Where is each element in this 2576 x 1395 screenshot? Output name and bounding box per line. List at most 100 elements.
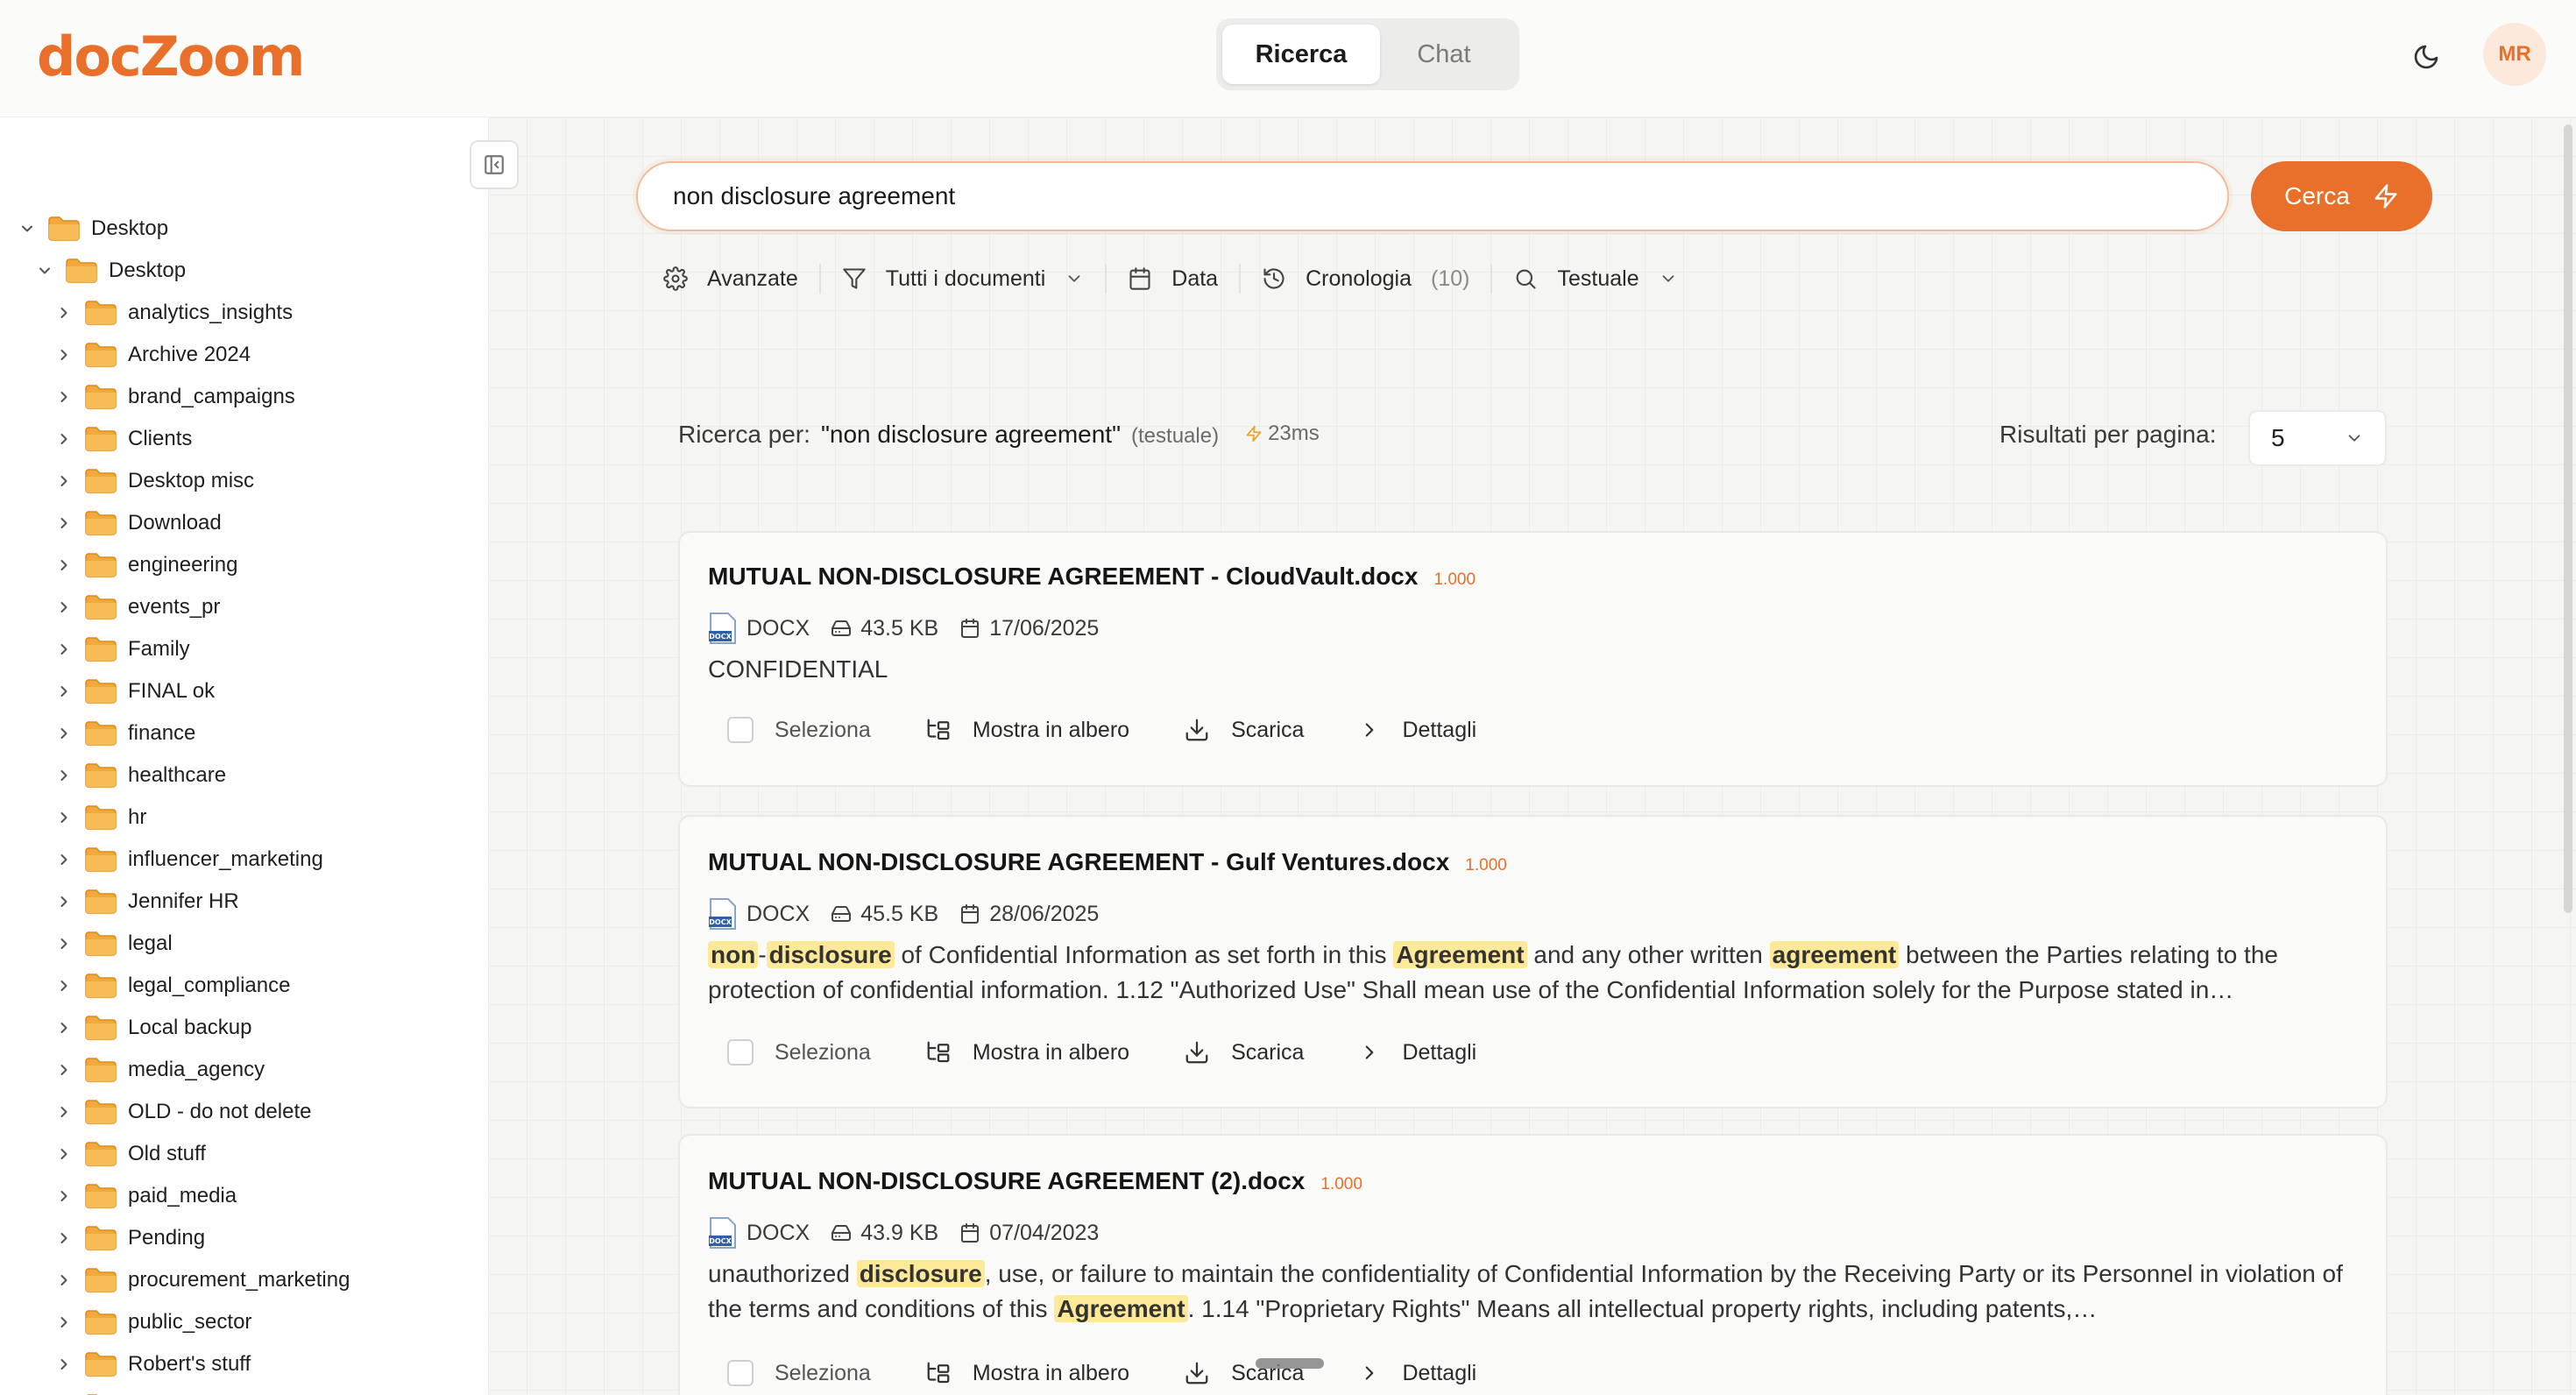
checkbox[interactable]	[727, 1360, 754, 1386]
result-filename[interactable]: MUTUAL NON-DISCLOSURE AGREEMENT - CloudV…	[708, 563, 1418, 591]
chevron-down-icon[interactable]	[16, 217, 39, 240]
folder-item[interactable]: engineering	[53, 546, 237, 584]
result-title[interactable]: MUTUAL NON-DISCLOSURE AGREEMENT (2).docx…	[708, 1167, 1362, 1195]
chevron-right-icon[interactable]	[53, 722, 75, 745]
folder-item[interactable]: Family	[53, 630, 190, 669]
result-title[interactable]: MUTUAL NON-DISCLOSURE AGREEMENT - CloudV…	[708, 563, 1476, 591]
folder-item[interactable]: public_sector	[53, 1303, 251, 1342]
app-logo[interactable]: docZoom	[37, 25, 305, 89]
folder-item[interactable]: influencer_marketing	[53, 840, 323, 879]
chevron-right-icon[interactable]	[53, 974, 75, 997]
drag-handle[interactable]	[1256, 1358, 1324, 1369]
result-card: MUTUAL NON-DISCLOSURE AGREEMENT - Gulf V…	[678, 815, 2388, 1108]
user-avatar[interactable]: MR	[2483, 23, 2546, 86]
tab-ricerca[interactable]: Ricerca	[1222, 25, 1380, 84]
folder-item[interactable]: Robert's stuff	[53, 1345, 251, 1384]
select-checkbox[interactable]: Seleziona	[708, 1039, 871, 1066]
documents-filter-dropdown[interactable]: Tutti i documenti	[821, 249, 1105, 308]
moon-icon	[2414, 45, 2438, 69]
theme-toggle-button[interactable]	[2403, 33, 2450, 81]
folder-item[interactable]: legal	[53, 924, 173, 963]
folder-item[interactable]: legal_compliance	[53, 967, 290, 1005]
chevron-right-icon[interactable]	[53, 301, 75, 324]
tree-node-desktop[interactable]: Desktop	[33, 251, 186, 290]
folder-item[interactable]: Old stuff	[53, 1135, 206, 1173]
folder-item[interactable]: healthcare	[53, 756, 226, 795]
chevron-right-icon[interactable]	[53, 470, 75, 492]
folder-item[interactable]: Local backup	[53, 1009, 251, 1047]
show-in-tree-button[interactable]: Mostra in albero	[925, 1360, 1129, 1386]
chevron-right-icon[interactable]	[53, 932, 75, 955]
chevron-right-icon[interactable]	[53, 1143, 75, 1165]
chevron-right-icon[interactable]	[53, 848, 75, 871]
folder-item[interactable]: brand_campaigns	[53, 378, 295, 416]
folder-item[interactable]: Jennifer HR	[53, 882, 239, 921]
folder-item[interactable]: hr	[53, 798, 146, 837]
tab-chat[interactable]: Chat	[1380, 25, 1508, 84]
chevron-down-icon[interactable]	[33, 259, 56, 282]
details-button[interactable]: Dettagli	[1358, 1040, 1476, 1066]
search-input[interactable]	[636, 161, 2229, 231]
chevron-right-icon[interactable]	[53, 596, 75, 619]
folder-item[interactable]: OLD - do not delete	[53, 1093, 311, 1131]
folder-item[interactable]: Scan	[53, 1387, 176, 1395]
chevron-right-icon[interactable]	[53, 1227, 75, 1250]
folder-item[interactable]: media_agency	[53, 1051, 265, 1089]
chevron-right-icon[interactable]	[53, 1185, 75, 1207]
show-in-tree-label: Mostra in albero	[972, 1039, 1130, 1065]
folder-icon	[85, 1058, 117, 1082]
download-button[interactable]: Scarica	[1184, 717, 1304, 743]
select-checkbox[interactable]: Seleziona	[708, 1360, 871, 1386]
result-filename[interactable]: MUTUAL NON-DISCLOSURE AGREEMENT - Gulf V…	[708, 848, 1449, 876]
folder-item[interactable]: finance	[53, 714, 195, 753]
chevron-right-icon[interactable]	[53, 1101, 75, 1123]
chevron-right-icon[interactable]	[53, 1353, 75, 1376]
chevron-right-icon[interactable]	[53, 1311, 75, 1334]
folder-item[interactable]: Download	[53, 504, 222, 542]
folder-icon	[85, 427, 117, 451]
show-in-tree-button[interactable]: Mostra in albero	[925, 717, 1129, 743]
folder-item[interactable]: Pending	[53, 1219, 205, 1257]
folder-item[interactable]: analytics_insights	[53, 294, 293, 332]
folder-item[interactable]: Clients	[53, 420, 192, 458]
details-button[interactable]: Dettagli	[1358, 718, 1476, 743]
folder-icon	[85, 301, 117, 325]
chevron-right-icon[interactable]	[53, 512, 75, 535]
chevron-right-icon[interactable]	[53, 428, 75, 450]
tree-node-root[interactable]: Desktop	[16, 209, 168, 248]
result-filename[interactable]: MUTUAL NON-DISCLOSURE AGREEMENT (2).docx	[708, 1167, 1305, 1195]
result-title[interactable]: MUTUAL NON-DISCLOSURE AGREEMENT - Gulf V…	[708, 848, 1507, 876]
sidebar-toggle-icon	[485, 155, 504, 174]
folder-item[interactable]: Desktop misc	[53, 462, 254, 500]
date-filter-button[interactable]: Data	[1107, 249, 1239, 308]
checkbox[interactable]	[727, 1039, 754, 1066]
chevron-right-icon[interactable]	[53, 1269, 75, 1292]
chevron-right-icon[interactable]	[53, 1059, 75, 1081]
checkbox[interactable]	[727, 717, 754, 743]
download-button[interactable]: Scarica	[1184, 1039, 1304, 1066]
chevron-right-icon[interactable]	[53, 1016, 75, 1039]
folder-item[interactable]: events_pr	[53, 588, 220, 627]
show-in-tree-button[interactable]: Mostra in albero	[925, 1039, 1129, 1066]
folder-item[interactable]: FINAL ok	[53, 672, 215, 711]
folder-item[interactable]: Archive 2024	[53, 336, 251, 374]
folder-item[interactable]: procurement_marketing	[53, 1261, 350, 1299]
scrollbar[interactable]	[2564, 124, 2572, 913]
per-page-select[interactable]: 5	[2248, 410, 2387, 466]
chevron-right-icon[interactable]	[53, 386, 75, 408]
chevron-right-icon[interactable]	[53, 890, 75, 913]
chevron-right-icon[interactable]	[53, 554, 75, 577]
chevron-right-icon[interactable]	[53, 764, 75, 787]
advanced-filter-button[interactable]: Avanzate	[642, 249, 819, 308]
chevron-right-icon[interactable]	[53, 806, 75, 829]
search-button[interactable]: Cerca	[2251, 161, 2432, 231]
details-button[interactable]: Dettagli	[1358, 1361, 1476, 1386]
folder-item[interactable]: paid_media	[53, 1177, 237, 1215]
collapse-sidebar-button[interactable]	[470, 140, 519, 189]
search-mode-dropdown[interactable]: Testuale	[1492, 249, 1698, 308]
chevron-right-icon[interactable]	[53, 680, 75, 703]
chevron-right-icon[interactable]	[53, 343, 75, 366]
select-checkbox[interactable]: Seleziona	[708, 717, 871, 743]
history-button[interactable]: Cronologia (10)	[1241, 249, 1490, 308]
chevron-right-icon[interactable]	[53, 638, 75, 661]
